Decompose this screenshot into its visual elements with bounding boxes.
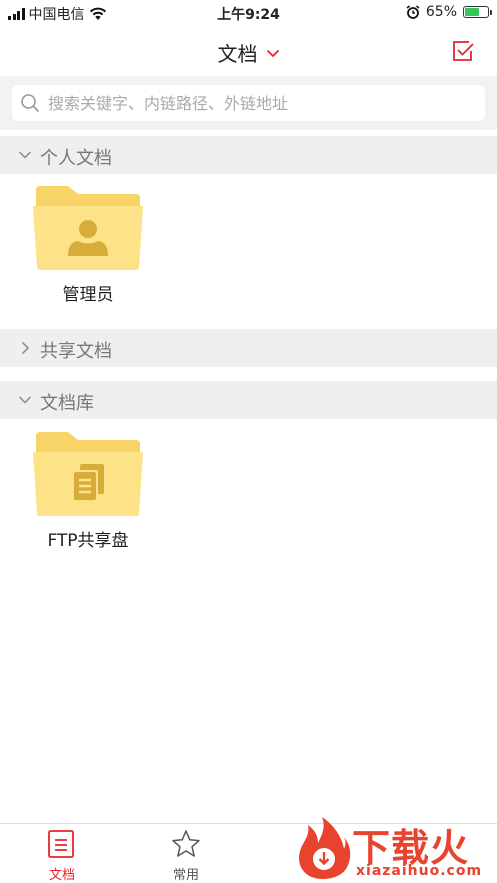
chevron-down-icon [18,151,32,159]
star-icon [172,830,200,857]
chevron-right-icon [21,341,30,355]
folder-admin[interactable]: 管理员 [28,184,148,305]
edit-check-button[interactable] [451,39,475,63]
folder-label: 管理员 [62,285,114,305]
search-bar [0,76,497,130]
status-right: 65% [406,4,492,20]
nav-title-dropdown[interactable]: 文档 [0,38,497,67]
document-icon [48,830,74,858]
section-personal-docs[interactable]: 个人文档 [0,136,497,174]
user-folder-icon [33,186,143,270]
tab-favorites[interactable]: 常用 [124,824,248,883]
docs-folder-icon [33,432,143,516]
tab-documents[interactable]: 文档 [0,824,124,883]
alarm-icon [406,5,420,19]
section-shared-docs[interactable]: 共享文档 [0,329,497,367]
watermark-logo: 下载火 xiazaihuo.com [290,815,497,883]
battery-icon [463,6,492,18]
folder-label: FTP共享盘 [47,531,129,551]
battery-percent: 65% [425,4,457,20]
nav-bar: 文档 [0,26,497,76]
flame-logo-icon [298,817,351,879]
watermark-site: xiazaihuo.com [356,863,483,879]
search-box[interactable] [12,85,485,121]
search-icon [21,94,40,113]
chevron-down-icon [18,396,32,404]
section-doc-library[interactable]: 文档库 [0,381,497,419]
section-label: 个人文档 [40,148,112,169]
battery-fill [465,8,480,16]
section-label: 文档库 [40,393,94,414]
search-input[interactable] [48,85,478,121]
tab-label: 文档 [48,868,75,883]
status-bar: 中国电信 上午9:24 65% [0,0,497,26]
page-title: 文档 [217,42,258,66]
tab-label: 常用 [172,868,199,883]
edit-check-icon [453,41,474,61]
section-label: 共享文档 [40,341,112,362]
folder-ftp-share[interactable]: FTP共享盘 [28,430,148,551]
chevron-down-icon [266,39,280,63]
